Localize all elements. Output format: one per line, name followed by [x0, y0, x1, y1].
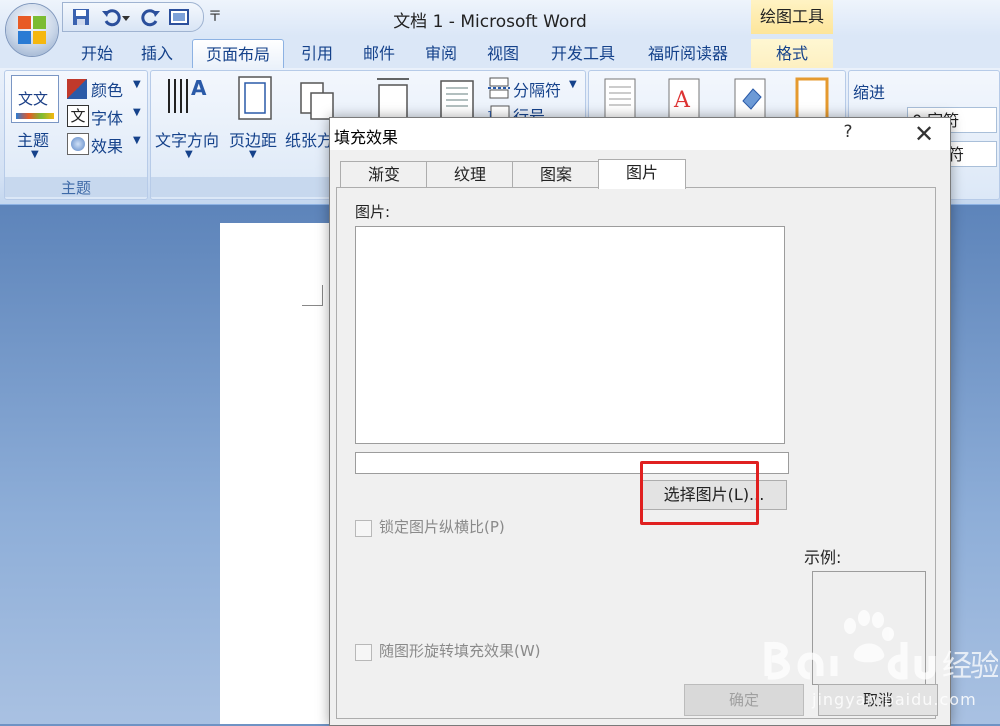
colors-dropdown-icon[interactable]: ▼: [133, 79, 141, 90]
annotation-highlight-box: [640, 461, 759, 525]
fonts-icon[interactable]: 文: [67, 105, 89, 127]
rotate-with-shape-checkbox[interactable]: [355, 644, 372, 661]
theme-dropdown-icon[interactable]: ▼: [31, 149, 39, 160]
redo-icon[interactable]: [141, 7, 161, 27]
office-button[interactable]: [6, 4, 58, 56]
colors-icon[interactable]: [67, 79, 87, 99]
contextual-tab-drawing-tools: 绘图工具: [751, 0, 833, 34]
breaks-icon[interactable]: [487, 77, 511, 99]
tab-page-layout[interactable]: 页面布局: [192, 39, 284, 69]
tab-gradient[interactable]: 渐变: [340, 161, 428, 188]
watermark-icon[interactable]: [603, 77, 637, 121]
tab-foxit-reader[interactable]: 福昕阅读器: [636, 39, 740, 68]
breaks-dropdown-icon[interactable]: ▼: [569, 79, 577, 90]
effects-dropdown-icon[interactable]: ▼: [133, 135, 141, 146]
lock-aspect-label: 锁定图片纵横比(P): [379, 518, 505, 536]
paper-button[interactable]: 纸张方: [285, 127, 333, 151]
tab-pattern[interactable]: 图案: [512, 161, 600, 188]
close-button[interactable]: ✕: [898, 118, 950, 150]
window-title: 文档 1 - Microsoft Word: [393, 12, 587, 32]
svg-text:A: A: [191, 76, 207, 100]
picture-preview: [355, 226, 785, 444]
lock-aspect-checkbox[interactable]: [355, 520, 372, 537]
page-border-icon[interactable]: [795, 77, 829, 121]
tab-home[interactable]: 开始: [72, 39, 122, 68]
office-logo-icon: [18, 16, 46, 44]
text-direction-button[interactable]: 文字方向: [155, 127, 219, 151]
quick-access-toolbar: [62, 2, 204, 32]
margins-icon[interactable]: [237, 75, 273, 121]
tab-references[interactable]: 引用: [292, 39, 342, 68]
tab-format[interactable]: 格式: [751, 39, 833, 68]
effects-icon[interactable]: [67, 133, 89, 155]
theme-button[interactable]: 主题: [17, 127, 49, 151]
text-direction-dropdown-icon[interactable]: ▼: [185, 149, 193, 160]
svg-text:经: 经: [942, 649, 972, 684]
page-corner-mark: [302, 285, 323, 306]
paper-orientation-icon[interactable]: [297, 81, 337, 121]
effects-button[interactable]: 效果: [91, 133, 123, 157]
undo-dropdown-icon[interactable]: [121, 7, 131, 27]
fonts-button[interactable]: 字体: [91, 105, 123, 129]
tab-developer[interactable]: 开发工具: [540, 39, 626, 68]
colors-button[interactable]: 颜色: [91, 77, 123, 101]
tab-review[interactable]: 审阅: [416, 39, 466, 68]
theme-icon-text: 文文: [18, 90, 49, 108]
help-button[interactable]: ?: [836, 122, 860, 142]
tab-insert[interactable]: 插入: [132, 39, 182, 68]
ribbon-tab-row: 开始 插入 页面布局 引用 邮件 审阅 视图 开发工具 福昕阅读器 格式: [0, 36, 1000, 69]
indent-label: 缩进: [853, 83, 886, 102]
margins-button[interactable]: 页边距: [229, 127, 277, 151]
watermark-url: jingyan.baidu.com: [812, 690, 977, 709]
fonts-dropdown-icon[interactable]: ▼: [133, 107, 141, 118]
tab-texture[interactable]: 纹理: [426, 161, 514, 188]
theme-group-label: 主题: [5, 177, 147, 197]
theme-group: 文文 主题 ▼ 颜色 ▼ 文 字体 ▼ 效果 ▼ 主题: [4, 70, 148, 200]
customize-qat-icon[interactable]: 〒: [208, 6, 222, 26]
rotate-with-shape-label: 随图形旋转填充效果(W): [379, 642, 541, 660]
page-color-icon[interactable]: A: [667, 77, 701, 121]
picture-label: 图片:: [355, 203, 391, 221]
print-preview-icon[interactable]: [169, 7, 189, 27]
dialog-title: 填充效果: [334, 128, 399, 147]
margins-dropdown-icon[interactable]: ▼: [249, 149, 257, 160]
save-icon[interactable]: [71, 7, 91, 27]
theme-icon[interactable]: 文文: [11, 75, 59, 123]
text-direction-icon[interactable]: A: [165, 73, 211, 121]
svg-text:验: 验: [970, 649, 998, 684]
undo-icon[interactable]: [101, 7, 121, 27]
breaks-button[interactable]: 分隔符: [513, 77, 561, 101]
sample-label: 示例:: [804, 548, 842, 567]
page-borders-icon[interactable]: [733, 77, 767, 121]
tab-view[interactable]: 视图: [478, 39, 528, 68]
dialog-title-bar: 填充效果 ? ✕: [330, 118, 950, 150]
svg-text:A: A: [673, 88, 691, 113]
tab-mailings[interactable]: 邮件: [354, 39, 404, 68]
tab-picture[interactable]: 图片: [598, 159, 686, 189]
